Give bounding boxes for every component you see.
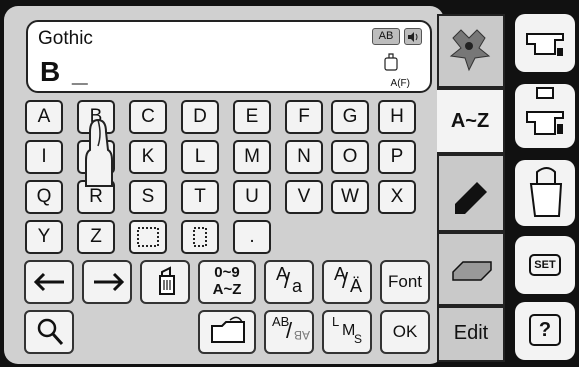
key-n[interactable]: N — [285, 140, 323, 174]
key-period[interactable]: . — [233, 220, 271, 254]
num-label-bottom: A~Z — [212, 281, 242, 298]
tab-embroidery-image[interactable] — [437, 14, 505, 88]
cursor-left-button[interactable] — [24, 260, 74, 304]
text-display: Gothic B _ AB A(F) — [26, 20, 432, 93]
flip-slash: / — [286, 318, 293, 343]
ok-button[interactable]: OK — [380, 310, 430, 354]
key-y[interactable]: Y — [25, 220, 63, 254]
dotted-space-wide-icon — [137, 227, 159, 247]
tab-eraser[interactable] — [437, 154, 505, 232]
case-slash: / — [284, 268, 291, 293]
tab-a-z-label: A~Z — [450, 110, 490, 132]
key-z[interactable]: Z — [77, 220, 115, 254]
space-narrow-key[interactable] — [181, 220, 219, 254]
case-small-a: a — [292, 276, 303, 296]
search-button[interactable] — [24, 310, 74, 354]
space-wide-key[interactable] — [129, 220, 167, 254]
font-button[interactable]: Font — [380, 260, 430, 304]
tab-frame[interactable] — [437, 232, 505, 306]
cursor-right-button[interactable] — [82, 260, 132, 304]
delete-button[interactable] — [140, 260, 190, 304]
bag-icon — [529, 167, 563, 217]
key-m[interactable]: M — [233, 140, 271, 174]
trash-icon — [159, 266, 175, 295]
reference-icon — [382, 52, 400, 72]
key-i[interactable]: I — [25, 140, 63, 174]
key-v[interactable]: V — [285, 180, 323, 214]
key-q[interactable]: Q — [25, 180, 63, 214]
key-c[interactable]: C — [129, 100, 167, 134]
tab-a-z[interactable]: A~Z — [437, 88, 505, 154]
ab-badge[interactable]: AB — [372, 28, 400, 45]
arrow-right-icon — [94, 272, 125, 292]
dotted-space-narrow-icon — [193, 227, 207, 247]
sewing-machine-icon — [526, 33, 564, 56]
screen: Gothic B _ AB A(F) A B C D E F G H I K L… — [0, 0, 579, 367]
machine-settings-icon — [526, 87, 564, 135]
key-u[interactable]: U — [233, 180, 271, 214]
set-button[interactable]: SET — [515, 236, 575, 294]
set-label: SET — [529, 254, 561, 276]
machine-setting-button[interactable] — [515, 84, 575, 148]
bag-button[interactable] — [515, 160, 575, 226]
reference-label: A(F) — [390, 78, 410, 89]
lms-s: S — [354, 332, 363, 346]
key-t[interactable]: T — [181, 180, 219, 214]
char-mode-button[interactable]: 0~9 A~Z — [198, 260, 256, 304]
umlaut-mark: Ä — [350, 276, 363, 296]
font-label: Font — [387, 272, 423, 291]
eraser-icon — [455, 182, 487, 214]
key-w[interactable]: W — [331, 180, 369, 214]
side-panel: SET ? — [505, 0, 579, 367]
key-x[interactable]: X — [378, 180, 416, 214]
key-e[interactable]: E — [233, 100, 271, 134]
typed-text: B _ — [40, 56, 90, 87]
ok-label: OK — [392, 322, 418, 341]
frame-icon — [452, 261, 492, 281]
flip-ab-bottom: AB — [294, 328, 311, 342]
key-o[interactable]: O — [331, 140, 369, 174]
key-h[interactable]: H — [378, 100, 416, 134]
font-name: Gothic — [38, 28, 93, 49]
case-button[interactable]: A / a — [264, 260, 314, 304]
key-s[interactable]: S — [129, 180, 167, 214]
flip-ab-button[interactable]: AB / AB — [264, 310, 314, 354]
help-label: ? — [529, 314, 561, 346]
umlaut-slash: / — [342, 268, 349, 293]
umlaut-button[interactable]: A / Ä — [322, 260, 372, 304]
embroidery-icon — [449, 29, 491, 72]
machine-button[interactable] — [515, 14, 575, 72]
key-k[interactable]: K — [129, 140, 167, 174]
key-g[interactable]: G — [331, 100, 369, 134]
speaker-icon[interactable] — [404, 28, 422, 45]
help-button[interactable]: ? — [515, 302, 575, 360]
magnifier-icon — [37, 318, 64, 346]
lms-l: L — [332, 314, 340, 329]
key-p[interactable]: P — [378, 140, 416, 174]
open-folder-button[interactable] — [198, 310, 256, 354]
tab-edit[interactable]: Edit — [437, 306, 505, 362]
hand-pointer-icon — [85, 118, 113, 187]
tab-edit-label: Edit — [453, 322, 489, 344]
key-l[interactable]: L — [181, 140, 219, 174]
key-f[interactable]: F — [285, 100, 323, 134]
key-a[interactable]: A — [25, 100, 63, 134]
num-label-top: 0~9 — [214, 264, 240, 281]
arrow-left-icon — [33, 272, 64, 292]
folder-icon — [211, 316, 245, 343]
key-d[interactable]: D — [181, 100, 219, 134]
size-lms-button[interactable]: L M S — [322, 310, 372, 354]
